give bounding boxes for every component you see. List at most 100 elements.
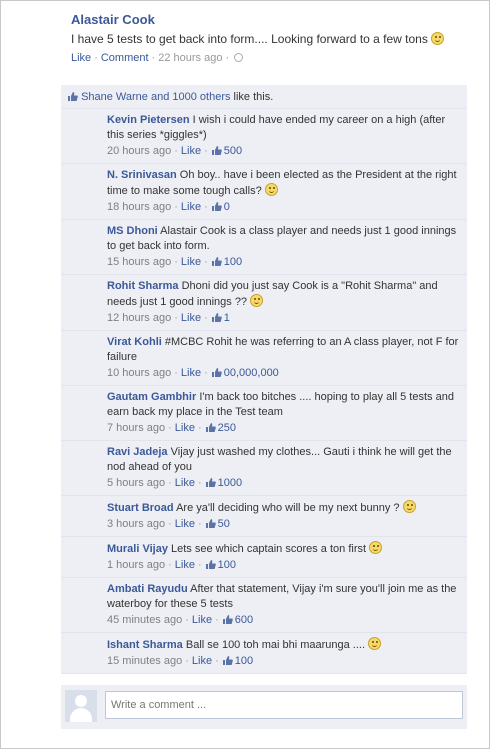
comment-like-link[interactable]: Like xyxy=(192,655,212,667)
comment-author[interactable]: Kevin Pietersen xyxy=(107,114,190,126)
comment-like-count[interactable]: 100 xyxy=(235,655,253,667)
post-timestamp[interactable]: 22 hours ago xyxy=(158,52,222,64)
post-like-link[interactable]: Like xyxy=(71,52,91,64)
thumbs-up-icon xyxy=(211,256,222,266)
comment-like-link[interactable]: Like xyxy=(192,614,212,626)
comment-like-count[interactable]: 250 xyxy=(218,422,236,434)
comment-author[interactable]: Stuart Broad xyxy=(107,502,174,514)
comment-body: N. Srinivasan Oh boy.. have i been elect… xyxy=(107,168,459,199)
comment-text: Alastair Cook is a class player and need… xyxy=(107,225,457,252)
comment-item: Kevin Pietersen I wish i could have ende… xyxy=(61,109,467,164)
comment-meta: 3 hours ago · Like · 50 xyxy=(107,517,459,532)
comment-like-link[interactable]: Like xyxy=(175,422,195,434)
likers-link[interactable]: Shane Warne and 1000 others xyxy=(81,91,230,103)
globe-icon xyxy=(234,53,244,62)
comment-timestamp[interactable]: 5 hours ago xyxy=(107,477,165,489)
comment-item: Virat Kohli #MCBC Rohit he was referring… xyxy=(61,331,467,386)
comment-like-count[interactable]: 0 xyxy=(224,201,230,213)
comment-like-link[interactable]: Like xyxy=(181,145,201,157)
comment-like-link[interactable]: Like xyxy=(181,367,201,379)
separator-dot: · xyxy=(225,52,230,64)
comment-author[interactable]: Ravi Jadeja xyxy=(107,446,168,458)
comment-body: Kevin Pietersen I wish i could have ende… xyxy=(107,113,459,143)
comment-item: Ambati Rayudu After that statement, Vija… xyxy=(61,578,467,633)
comment-timestamp[interactable]: 18 hours ago xyxy=(107,201,171,213)
comment-meta: 45 minutes ago · Like · 600 xyxy=(107,613,459,628)
comment-timestamp[interactable]: 7 hours ago xyxy=(107,422,165,434)
comment-meta: 10 hours ago · Like · 00,000,000 xyxy=(107,366,459,381)
comment-author[interactable]: Murali Vijay xyxy=(107,543,168,555)
smiley-icon xyxy=(250,294,264,307)
separator-dot: · xyxy=(168,422,172,434)
comment-body: Virat Kohli #MCBC Rohit he was referring… xyxy=(107,335,459,365)
separator-dot: · xyxy=(197,422,202,434)
comment-author[interactable]: Rohit Sharma xyxy=(107,280,179,292)
separator-dot: · xyxy=(174,201,178,213)
comment-author[interactable]: Virat Kohli xyxy=(107,336,162,348)
separator-dot: · xyxy=(197,559,202,571)
comment-timestamp[interactable]: 10 hours ago xyxy=(107,367,171,379)
comment-like-link[interactable]: Like xyxy=(181,256,201,268)
thumbs-up-icon xyxy=(211,367,222,377)
thumbs-up-icon xyxy=(222,614,233,624)
thumbs-up-icon xyxy=(67,91,78,101)
thumbs-up-icon xyxy=(205,422,216,432)
comment-body: Stuart Broad Are ya'll deciding who will… xyxy=(107,500,459,516)
comment-like-count[interactable]: 500 xyxy=(224,145,242,157)
comment-like-count[interactable]: 1 xyxy=(224,312,230,324)
comment-author[interactable]: Ishant Sharma xyxy=(107,639,183,651)
comment-author[interactable]: MS Dhoni xyxy=(107,225,158,237)
comment-like-count[interactable]: 100 xyxy=(224,256,242,268)
comment-timestamp[interactable]: 15 minutes ago xyxy=(107,655,182,667)
separator-dot: · xyxy=(204,201,208,213)
comment-meta: 5 hours ago · Like · 1000 xyxy=(107,476,459,491)
comment-like-link[interactable]: Like xyxy=(175,477,195,489)
comment-body: Rohit Sharma Dhoni did you just say Cook… xyxy=(107,279,459,310)
separator-dot: · xyxy=(215,614,219,626)
comment-timestamp[interactable]: 20 hours ago xyxy=(107,145,171,157)
comment-body: Ravi Jadeja Vijay just washed my clothes… xyxy=(107,445,459,475)
separator-dot: · xyxy=(204,145,208,157)
comment-like-link[interactable]: Like xyxy=(175,518,195,530)
post-frame: Alastair Cook I have 5 tests to get back… xyxy=(0,0,490,749)
user-avatar xyxy=(65,690,97,722)
comment-like-count[interactable]: 00,000,000 xyxy=(224,367,279,379)
thumbs-up-icon xyxy=(205,477,216,487)
smiley-icon xyxy=(402,500,416,513)
comment-meta: 7 hours ago · Like · 250 xyxy=(107,421,459,436)
comment-meta: 20 hours ago · Like · 500 xyxy=(107,144,459,159)
separator-dot: · xyxy=(197,477,202,489)
comment-body: Ambati Rayudu After that statement, Vija… xyxy=(107,582,459,612)
comment-item: N. Srinivasan Oh boy.. have i been elect… xyxy=(61,164,467,220)
post-author[interactable]: Alastair Cook xyxy=(71,11,481,29)
comment-timestamp[interactable]: 45 minutes ago xyxy=(107,614,182,626)
separator-dot: · xyxy=(204,256,208,268)
comment-like-count[interactable]: 600 xyxy=(235,614,253,626)
separator-dot: · xyxy=(174,145,178,157)
separator-dot: · xyxy=(168,559,172,571)
comment-input[interactable] xyxy=(105,691,463,719)
comment-item: Ishant Sharma Ball se 100 toh mai bhi ma… xyxy=(61,633,467,674)
comment-meta: 15 hours ago · Like · 100 xyxy=(107,255,459,270)
smiley-icon xyxy=(369,541,383,554)
comment-author[interactable]: Gautam Gambhir xyxy=(107,391,196,403)
smiley-icon xyxy=(368,637,382,650)
comment-author[interactable]: Ambati Rayudu xyxy=(107,583,188,595)
comment-like-count[interactable]: 50 xyxy=(218,518,230,530)
comment-timestamp[interactable]: 3 hours ago xyxy=(107,518,165,530)
comment-timestamp[interactable]: 12 hours ago xyxy=(107,312,171,324)
separator-dot: · xyxy=(94,52,98,64)
comment-body: MS Dhoni Alastair Cook is a class player… xyxy=(107,224,459,254)
post-comment-link[interactable]: Comment xyxy=(101,52,149,64)
comment-like-count[interactable]: 100 xyxy=(218,559,236,571)
comment-timestamp[interactable]: 1 hours ago xyxy=(107,559,165,571)
comment-like-link[interactable]: Like xyxy=(181,312,201,324)
separator-dot: · xyxy=(174,367,178,379)
comment-like-link[interactable]: Like xyxy=(181,201,201,213)
comment-meta: 18 hours ago · Like · 0 xyxy=(107,200,459,215)
status-post: Alastair Cook I have 5 tests to get back… xyxy=(71,11,481,66)
comment-timestamp[interactable]: 15 hours ago xyxy=(107,256,171,268)
comment-like-link[interactable]: Like xyxy=(175,559,195,571)
comment-like-count[interactable]: 1000 xyxy=(218,477,242,489)
comment-author[interactable]: N. Srinivasan xyxy=(107,169,177,181)
